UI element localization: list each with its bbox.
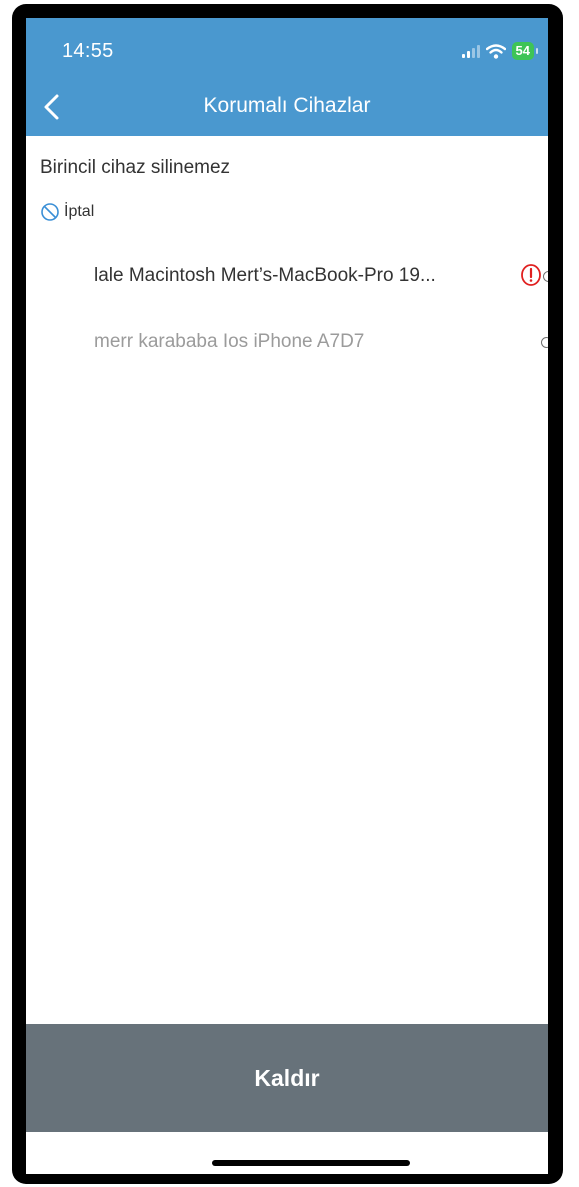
device-row-primary[interactable]: lale Macintosh Mert’s-MacBook-Pro 19...	[94, 257, 548, 297]
battery-icon: 54	[511, 42, 538, 60]
prohibited-icon	[41, 203, 59, 221]
navigation-header: 14:55 54 Korumalı Cihazlar	[26, 18, 548, 136]
radio-button[interactable]	[541, 337, 548, 348]
device-name: lale Macintosh Mert’s-MacBook-Pro 19...	[94, 265, 436, 286]
radio-button[interactable]	[543, 271, 548, 282]
signal-icon	[461, 44, 480, 58]
status-time: 14:55	[62, 40, 114, 62]
status-icons: 54	[461, 42, 538, 60]
device-name: merr karababa Ios iPhone A7D7	[94, 331, 365, 352]
app-screen: 14:55 54 Korumalı Cihazlar Birincil ciha…	[26, 18, 548, 1174]
device-row-secondary[interactable]: merr karababa Ios iPhone A7D7	[94, 323, 548, 363]
home-indicator[interactable]	[212, 1160, 410, 1166]
primary-device-notice: Birincil cihaz silinemez	[40, 157, 231, 178]
exclamation-circle-icon	[521, 264, 541, 286]
remove-button[interactable]: Kaldır	[26, 1024, 548, 1132]
cancel-button[interactable]: İptal	[40, 202, 94, 222]
wifi-icon	[485, 43, 506, 59]
cancel-label: İptal	[64, 203, 95, 220]
remove-button-label: Kaldır	[254, 1064, 320, 1091]
battery-level: 54	[515, 43, 530, 58]
device-frame: 14:55 54 Korumalı Cihazlar Birincil ciha…	[12, 4, 563, 1184]
page-title: Korumalı Cihazlar	[203, 94, 371, 117]
